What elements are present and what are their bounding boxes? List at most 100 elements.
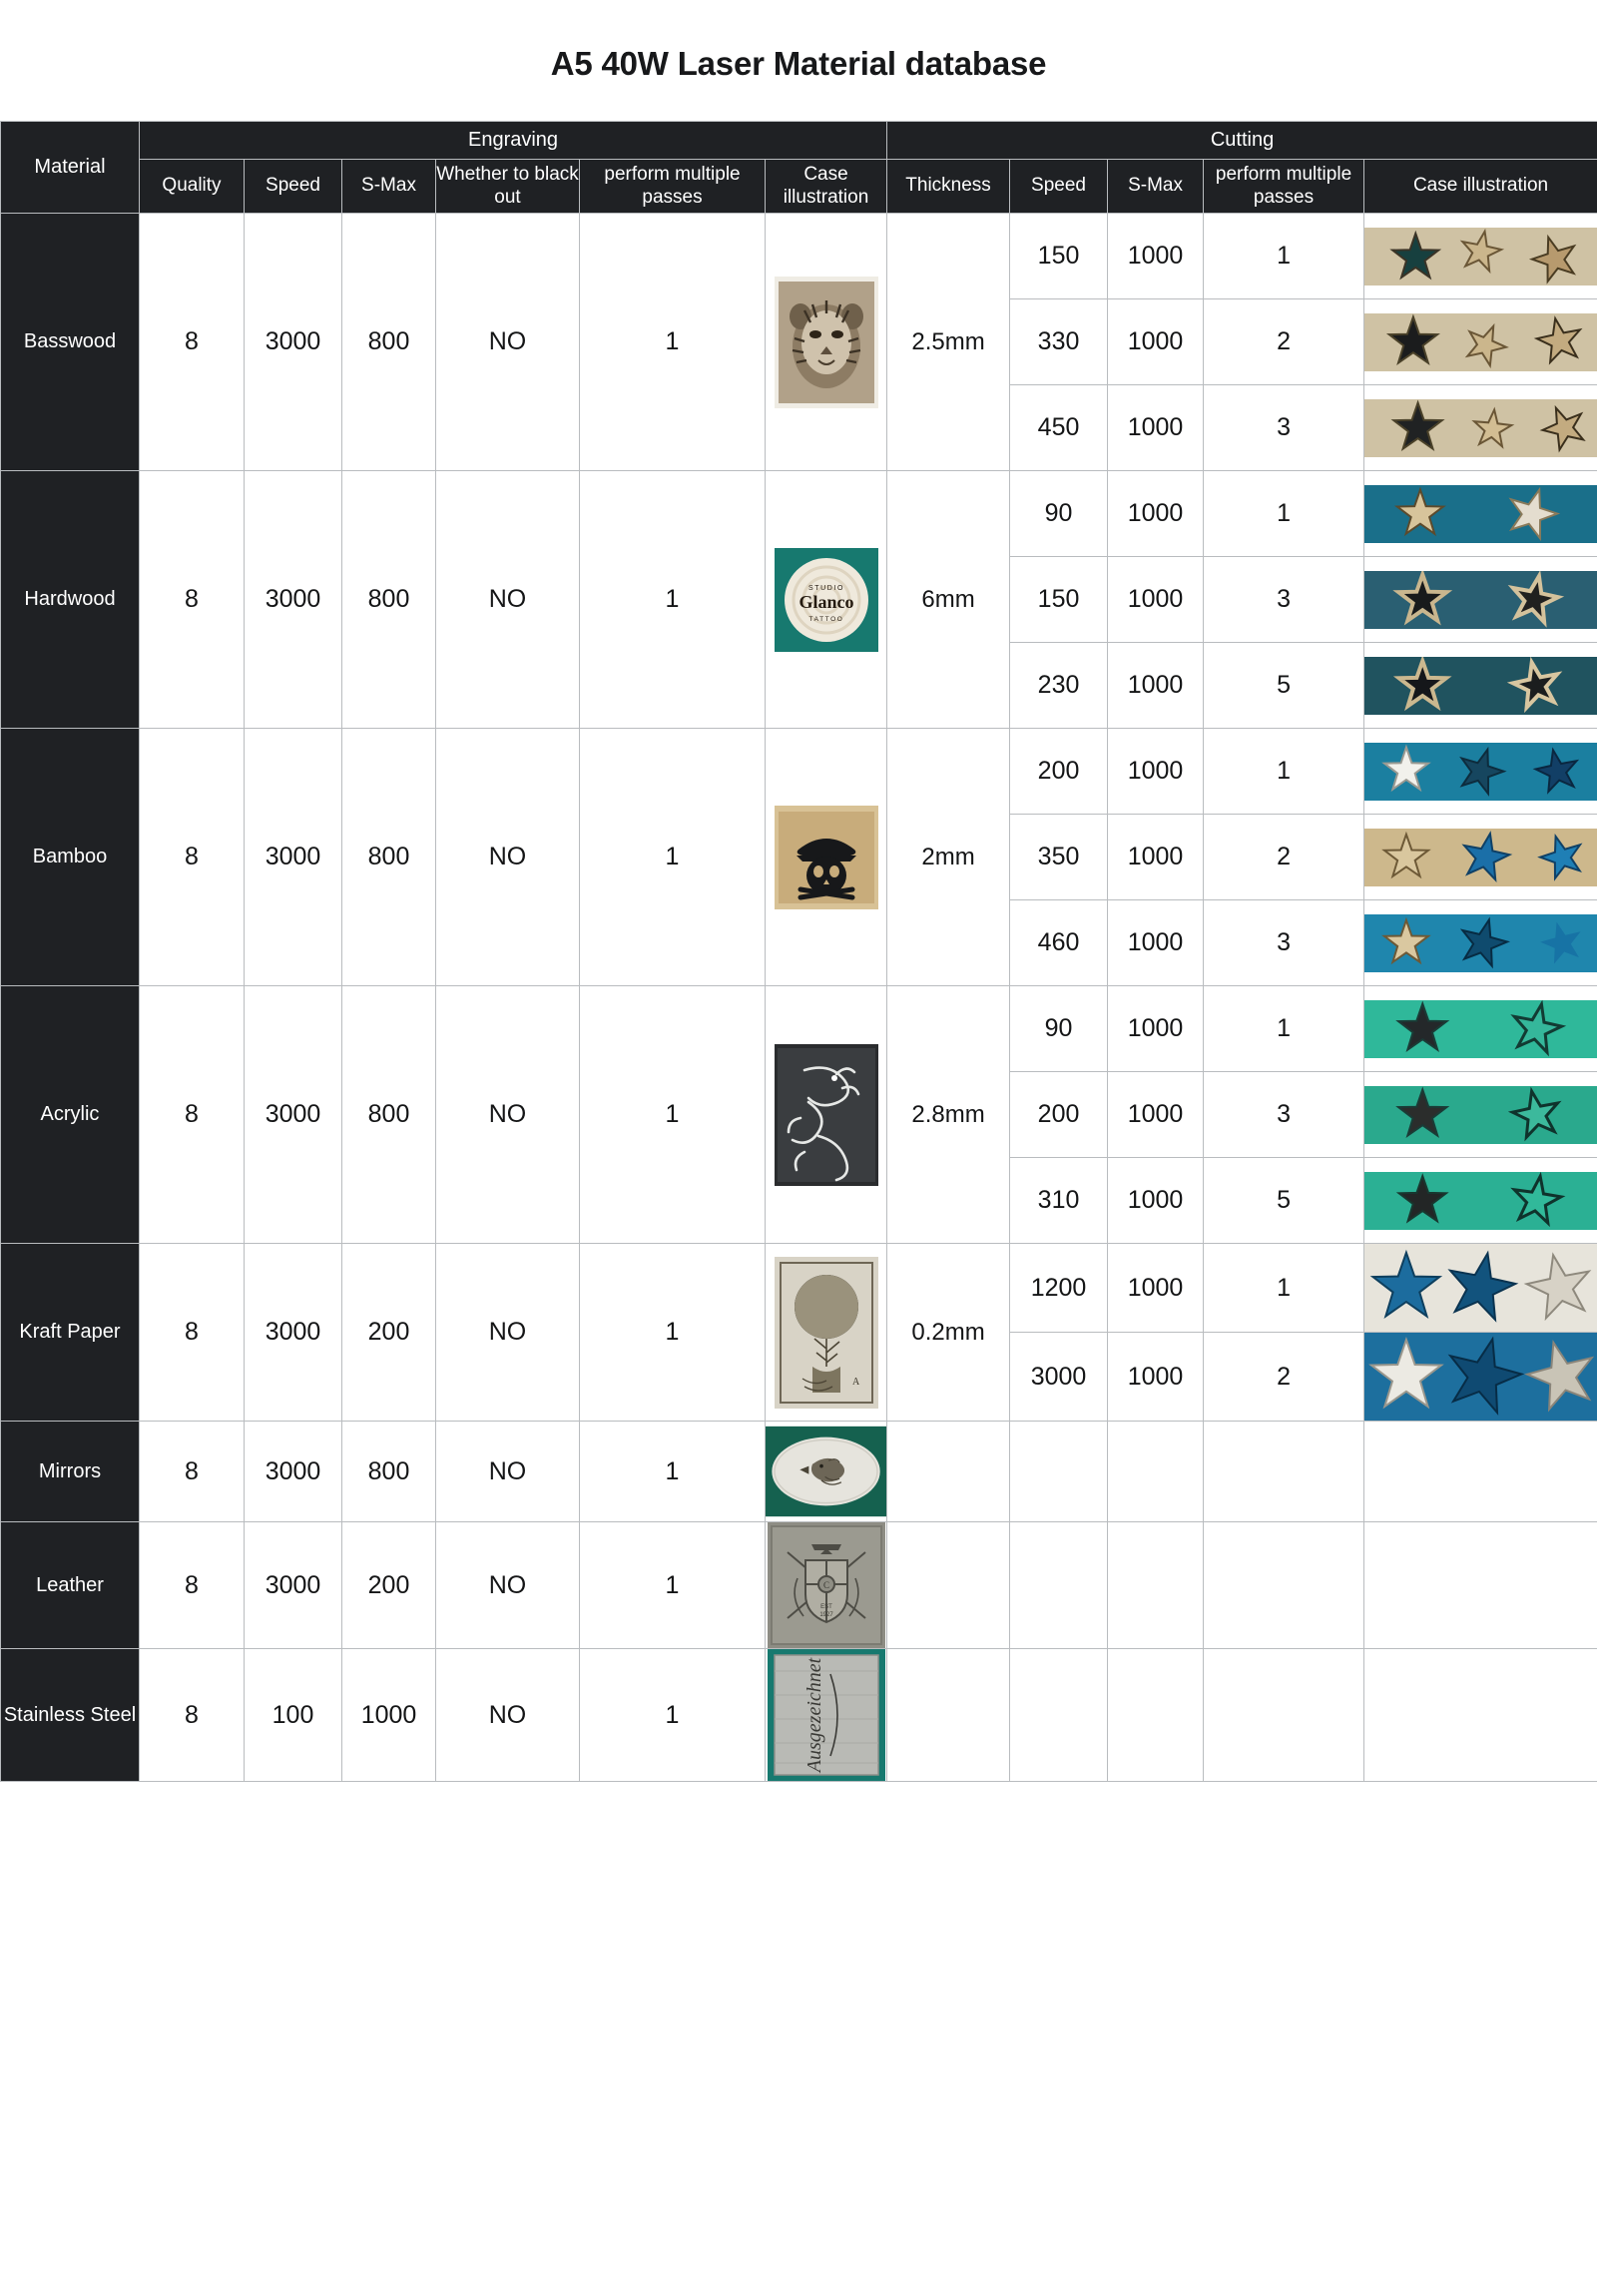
page-title: A5 40W Laser Material database xyxy=(550,45,1047,82)
cut-speed-cell: 1200 xyxy=(1009,1243,1109,1333)
cut-smax-cell: 1000 xyxy=(1107,298,1205,385)
cut-smax-cell xyxy=(1107,1648,1205,1782)
engrave-smax-cell: 800 xyxy=(341,1421,436,1522)
cut-passes-cell: 1 xyxy=(1203,213,1365,299)
engrave-passes-cell: 1 xyxy=(579,985,766,1244)
engrave-case-image xyxy=(766,1043,886,1186)
cut-smax-cell xyxy=(1107,1521,1205,1649)
engrave-blackout-cell: NO xyxy=(435,1421,580,1522)
engrave-quality-cell: 8 xyxy=(139,470,245,729)
cut-passes-cell: 2 xyxy=(1203,298,1365,385)
cut-case-illustration xyxy=(1363,1648,1597,1782)
svg-text:Ausgezeichnet: Ausgezeichnet xyxy=(803,1657,825,1774)
cut-case-illustration xyxy=(1363,1421,1597,1522)
engrave-quality-cell: 8 xyxy=(139,985,245,1244)
engrave-quality-cell: 8 xyxy=(139,1521,245,1649)
material-name-cell: Acrylic xyxy=(0,985,140,1244)
cut-speed-cell: 460 xyxy=(1009,899,1109,986)
engrave-case-image xyxy=(766,805,886,909)
cut-smax-cell: 1000 xyxy=(1107,1332,1205,1422)
cut-case-illustration xyxy=(1363,470,1597,557)
cut-speed-cell: 350 xyxy=(1009,814,1109,900)
header-cut-smax: S-Max xyxy=(1107,159,1205,214)
material-name-cell: Kraft Paper xyxy=(0,1243,140,1422)
engrave-quality-cell: 8 xyxy=(139,213,245,471)
engrave-quality-cell: 8 xyxy=(139,1243,245,1422)
cut-thickness-cell xyxy=(886,1648,1011,1782)
engrave-case-illustration: A xyxy=(764,1243,888,1422)
svg-text:EST: EST xyxy=(820,1604,832,1610)
cut-speed-cell: 90 xyxy=(1009,985,1109,1072)
cut-smax-cell: 1000 xyxy=(1107,213,1205,299)
material-name-cell: Hardwood xyxy=(0,470,140,729)
cut-speed-cell: 90 xyxy=(1009,470,1109,557)
cut-smax-cell: 1000 xyxy=(1107,728,1205,815)
table-row: Leather 8 3000 200 NO 1 C EST 1927 xyxy=(0,1521,1597,1649)
engrave-passes-cell: 1 xyxy=(579,1421,766,1522)
cut-speed-cell: 3000 xyxy=(1009,1332,1109,1422)
engrave-speed-cell: 3000 xyxy=(244,985,342,1244)
cut-case-illustration xyxy=(1363,814,1597,900)
header-engrave-speed: Speed xyxy=(244,159,342,214)
engrave-case-illustration: Ausgezeichnet xyxy=(764,1648,888,1782)
cut-passes-cell: 3 xyxy=(1203,1071,1365,1158)
engrave-case-image: A xyxy=(766,1256,886,1409)
svg-text:Glanco: Glanco xyxy=(798,592,853,612)
svg-text:STUDIO: STUDIO xyxy=(807,585,843,592)
cut-case-illustration xyxy=(1363,899,1597,986)
engrave-quality-cell: 8 xyxy=(139,728,245,986)
engrave-blackout-cell: NO xyxy=(435,1648,580,1782)
cut-case-illustration xyxy=(1363,985,1597,1072)
engrave-passes-cell: 1 xyxy=(579,470,766,729)
cut-smax-cell: 1000 xyxy=(1107,1157,1205,1244)
header-group-engraving: Engraving xyxy=(138,121,888,160)
engrave-case-illustration xyxy=(764,213,888,471)
cut-speed-cell xyxy=(1009,1421,1109,1522)
engrave-case-illustration xyxy=(764,728,888,986)
cut-speed-cell: 200 xyxy=(1009,728,1109,815)
material-name-cell: Stainless Steel xyxy=(0,1648,140,1782)
header-cut-speed: Speed xyxy=(1009,159,1109,214)
cut-thickness-cell: 2.8mm xyxy=(886,985,1011,1244)
cut-thickness-cell: 6mm xyxy=(886,470,1011,729)
cut-thickness-cell xyxy=(886,1421,1011,1522)
cut-smax-cell: 1000 xyxy=(1107,642,1205,729)
cut-thickness-cell: 2.5mm xyxy=(886,213,1011,471)
engrave-passes-cell: 1 xyxy=(579,1648,766,1782)
cut-case-illustration xyxy=(1363,1332,1597,1422)
engrave-blackout-cell: NO xyxy=(435,728,580,986)
table-row: Hardwood 8 3000 800 NO 1 STUDIO Glanco TATTOO 6mm… xyxy=(0,470,1597,729)
engrave-case-illustration: C EST 1927 xyxy=(764,1521,888,1649)
engrave-smax-cell: 800 xyxy=(341,470,436,729)
cut-case-illustration xyxy=(1363,642,1597,729)
cut-passes-cell xyxy=(1203,1421,1365,1522)
engrave-passes-cell: 1 xyxy=(579,1521,766,1649)
cut-case-illustration xyxy=(1363,213,1597,299)
cut-passes-cell: 3 xyxy=(1203,384,1365,471)
cut-case-illustration xyxy=(1363,1521,1597,1649)
material-database-table: Material Engraving Cutting Quality Speed… xyxy=(0,121,1597,1782)
engrave-passes-cell: 1 xyxy=(579,1243,766,1422)
material-name-cell: Bamboo xyxy=(0,728,140,986)
cut-passes-cell xyxy=(1203,1521,1365,1649)
engrave-case-image: STUDIO Glanco TATTOO xyxy=(766,547,886,652)
material-name-cell: Leather xyxy=(0,1521,140,1649)
engrave-speed-cell: 3000 xyxy=(244,1521,342,1649)
engrave-blackout-cell: NO xyxy=(435,213,580,471)
cut-smax-cell: 1000 xyxy=(1107,384,1205,471)
cut-passes-cell: 1 xyxy=(1203,1243,1365,1333)
cut-thickness-cell: 2mm xyxy=(886,728,1011,986)
engrave-speed-cell: 3000 xyxy=(244,1243,342,1422)
cut-case-illustration xyxy=(1363,1157,1597,1244)
svg-text:C: C xyxy=(823,1580,829,1590)
table-body: Basswood 8 3000 800 NO 1 2.5mm 150 1000 1 330 1000 2… xyxy=(0,213,1597,1782)
cut-speed-cell: 330 xyxy=(1009,298,1109,385)
cut-case-illustration xyxy=(1363,298,1597,385)
engrave-smax-cell: 200 xyxy=(341,1521,436,1649)
table-row: Acrylic 8 3000 800 NO 1 2.8mm 90 1000 1 xyxy=(0,985,1597,1244)
table-header: Material Engraving Cutting Quality Speed… xyxy=(0,121,1597,214)
cut-passes-cell: 3 xyxy=(1203,899,1365,986)
header-group-cutting: Cutting xyxy=(886,121,1597,160)
cut-case-illustration xyxy=(1363,556,1597,643)
engrave-blackout-cell: NO xyxy=(435,1521,580,1649)
